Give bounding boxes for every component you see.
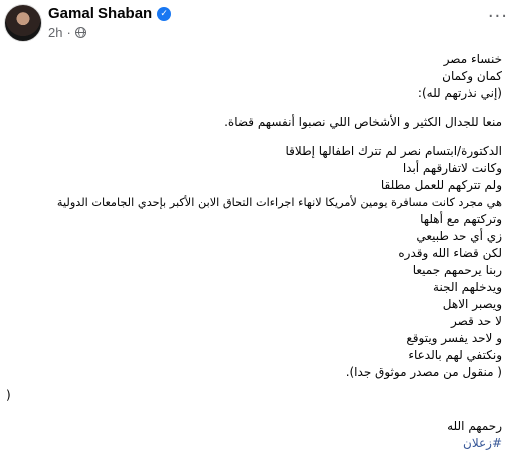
text-line: منعا للجدال الكثير و الأشخاص اللي نصبوا … (224, 115, 502, 129)
author-row: Gamal Shaban ✓ (48, 5, 172, 22)
globe-icon (74, 27, 86, 38)
text-line: ربنا يرحمهم جميعا (412, 263, 502, 277)
text-line: وتركتهم مع أهلها (420, 212, 502, 226)
text-line: خنساء مصر (443, 52, 502, 66)
text-line: ونكتفي لهم بالدعاء (408, 348, 502, 362)
text-line: و لاحد يفسر ويتوقع (406, 331, 502, 345)
text-line: لا حد قصر (451, 314, 502, 328)
more-options-icon[interactable]: ··· (488, 8, 508, 26)
post-meta: 2h · (48, 25, 86, 40)
text-line: الدكتورة/ابتسام نصر لم تترك اطفالها إطلا… (285, 144, 502, 158)
text-line: كمان وكمان (442, 69, 502, 83)
closing-line: رحمهم الله (447, 419, 502, 433)
author-name[interactable]: Gamal Shaban (48, 5, 152, 22)
text-line: ولم تتركهم للعمل مطلقا (380, 178, 502, 192)
text-line: لكن قضاء الله وقدره (398, 246, 502, 260)
post-header: Gamal Shaban ✓ 2h · ··· (0, 0, 520, 46)
text-line: هي مجرد كانت مسافرة يومين لأمريكا لانهاء… (56, 196, 502, 209)
text-line: ويصبر الاهل (442, 297, 502, 311)
text-line: (إني نذرتهم لله): (417, 86, 502, 100)
verified-badge-icon: ✓ (157, 6, 172, 21)
post-timestamp[interactable]: 2h (48, 25, 62, 40)
post-body: خنساء مصر كمان وكمان (إني نذرتهم لله): م… (2, 51, 502, 452)
text-line: وكانت لاتفارقهم أبدا (402, 161, 502, 175)
stray-parenthesis: ) (6, 388, 11, 402)
hashtag-link[interactable]: #زعلان (2, 435, 502, 452)
text-line: ( منقول من مصدر موثوق جدا). (345, 365, 502, 379)
text-line: زي أي حد طبيعي (416, 229, 502, 243)
avatar[interactable] (4, 4, 42, 42)
text-line: ويدخلهم الجنة (433, 280, 502, 294)
